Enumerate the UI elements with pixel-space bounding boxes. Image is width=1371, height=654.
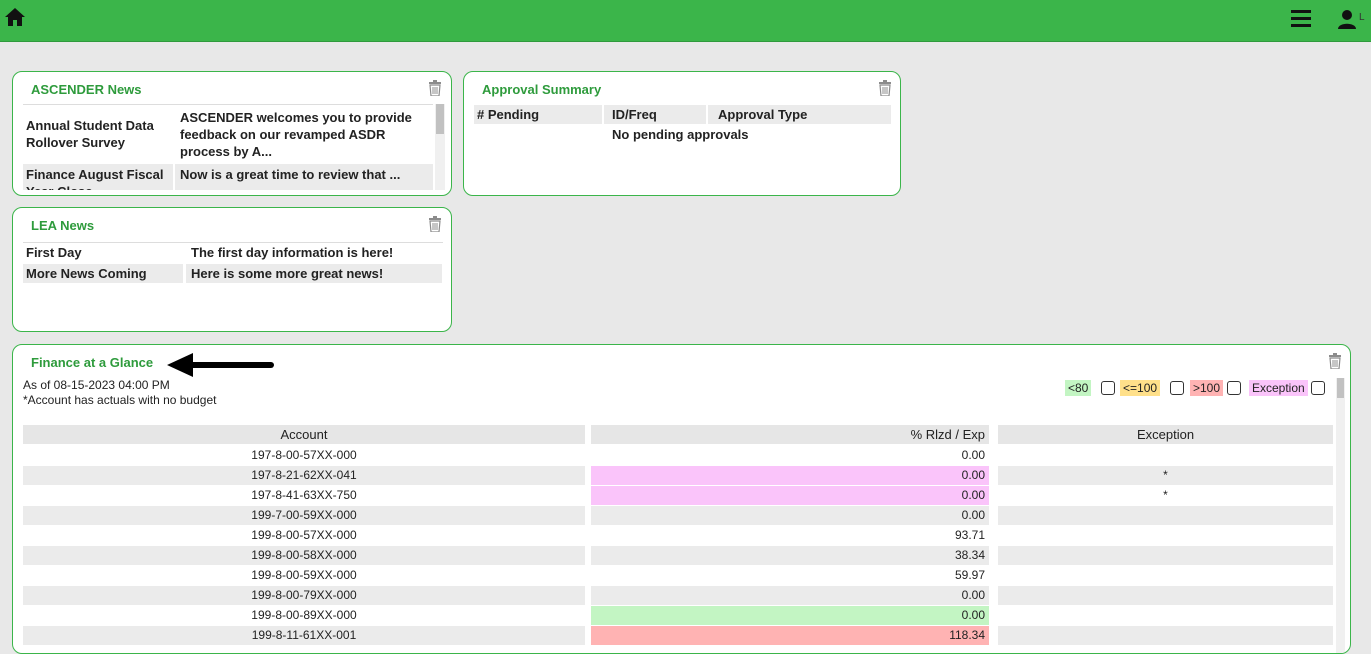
finance-at-a-glance-widget: Finance at a Glance As of 08-15-2023 04:… [12,344,1351,654]
news-item-body: Here is some more great news! [191,266,384,281]
legend-label-exception: Exception [1249,380,1308,396]
legend-checkbox-mid[interactable] [1170,381,1184,395]
column-header-exception[interactable]: Exception [998,425,1333,444]
table-row[interactable]: 197-8-41-63XX-750 0.00 * [13,486,1333,505]
percent-cell: 0.00 [591,506,989,525]
legend-label-low: <80 [1065,380,1092,396]
exception-cell: * [998,466,1333,485]
news-item-title: Annual Student Data Rollover Survey [26,118,154,150]
list-item[interactable]: First Day The first day information is h… [23,242,443,262]
top-bar: L [0,0,1371,42]
list-item[interactable]: Annual Student Data Rollover Survey ASCE… [23,104,433,163]
as-of-date: As of 08-15-2023 04:00 PM [23,378,170,392]
account-cell: 199-8-00-57XX-000 [251,528,357,542]
account-cell: 199-8-00-79XX-000 [23,586,585,605]
news-item-title: Finance August Fiscal Year Close [26,167,164,190]
widget-title: ASCENDER News [31,82,142,97]
column-header: # Pending [474,105,602,124]
list-item[interactable]: Finance August Fiscal Year Close Now is … [23,164,433,190]
trash-icon[interactable] [1328,353,1342,369]
news-item-title: First Day [26,245,82,260]
widget-title: Finance at a Glance [31,355,154,370]
exception-cell: * [1163,488,1168,502]
scrollbar[interactable] [1336,378,1345,653]
widget-title: LEA News [31,218,95,233]
percent-cell: 0.00 [591,586,989,605]
percent-cell: 38.34 [591,546,989,565]
news-list: Annual Student Data Rollover Survey ASCE… [23,104,433,190]
list-item[interactable]: More News Coming Here is some more great… [23,264,443,283]
widget-title: Approval Summary [482,82,602,97]
exception-cell [998,446,1333,465]
legend-checkbox-over[interactable] [1227,381,1241,395]
news-item-title: More News Coming [26,266,147,281]
scrollbar-thumb[interactable] [1337,378,1344,398]
approval-summary-widget: Approval Summary # Pending ID/Freq Appro… [463,71,901,196]
trash-icon[interactable] [428,216,442,232]
column-header-account[interactable]: Account [23,425,585,444]
exception-cell [998,626,1333,645]
table-row[interactable]: 199-7-00-59XX-000 0.00 [13,506,1333,525]
percent-cell: 59.97 [954,568,985,582]
account-cell: 199-7-00-59XX-000 [23,506,585,525]
account-cell: 197-8-21-62XX-041 [23,466,585,485]
table-row[interactable]: 199-8-00-89XX-000 0.00 [13,606,1333,625]
account-cell: 199-8-11-61XX-001 [23,626,585,645]
exception-cell [998,586,1333,605]
account-cell: 199-8-00-59XX-000 [251,568,357,582]
home-icon[interactable] [4,6,26,28]
account-cell: 197-8-41-63XX-750 [251,488,357,502]
exception-cell [998,546,1333,565]
table-row[interactable]: 199-8-11-61XX-001 118.34 [13,626,1333,645]
legend-checkbox-low[interactable] [1101,381,1115,395]
percent-cell: 0.00 [591,486,989,505]
percent-cell: 0.00 [591,606,989,625]
scrollbar[interactable] [435,104,445,190]
empty-message: No pending approvals [612,127,749,142]
account-cell: 199-8-00-89XX-000 [251,608,357,622]
arrow-left-icon [167,353,274,377]
news-item-body: Now is a great time to review that ... [180,167,401,182]
column-header-percent[interactable]: % Rlzd / Exp [591,425,989,444]
account-cell: 197-8-00-57XX-000 [251,448,357,462]
legend-label-mid: <=100 [1120,380,1161,396]
table-row[interactable]: 199-8-00-58XX-000 38.34 [13,546,1333,565]
table-row[interactable]: 197-8-21-62XX-041 0.00 * [13,466,1333,485]
trash-icon[interactable] [428,80,442,96]
user-name[interactable]: L [1359,12,1365,23]
table-row[interactable]: 199-8-00-57XX-000 93.71 [13,526,1333,545]
exception-cell [998,526,1333,545]
percent-cell: 0.00 [961,448,985,462]
table-row[interactable]: 199-8-00-59XX-000 59.97 [13,566,1333,585]
trash-icon[interactable] [878,80,892,96]
hamburger-menu-icon[interactable] [1291,10,1311,28]
table-row[interactable]: 199-8-00-79XX-000 0.00 [13,586,1333,605]
ascender-news-widget: ASCENDER News Annual Student Data Rollov… [12,71,452,196]
news-item-body: The first day information is here! [191,245,394,260]
footnote: *Account has actuals with no budget [23,393,217,407]
scrollbar-thumb[interactable] [436,104,444,134]
exception-cell [998,566,1333,585]
column-header: ID/Freq [604,105,706,124]
account-cell: 199-8-00-58XX-000 [23,546,585,565]
legend-label-over: >100 [1190,380,1224,396]
user-icon[interactable] [1336,8,1358,30]
lea-news-widget: LEA News First Day The first day informa… [12,207,452,332]
news-item-body: ASCENDER welcomes you to provide feedbac… [180,110,412,159]
legend-checkbox-exception[interactable] [1311,381,1325,395]
percent-cell: 118.34 [591,626,989,645]
percent-cell: 0.00 [591,466,989,485]
column-header: Approval Type [708,105,891,124]
percent-cell: 93.71 [954,528,985,542]
exception-cell [998,606,1333,625]
table-row[interactable]: 197-8-00-57XX-000 0.00 [13,446,1333,465]
exception-cell [998,506,1333,525]
